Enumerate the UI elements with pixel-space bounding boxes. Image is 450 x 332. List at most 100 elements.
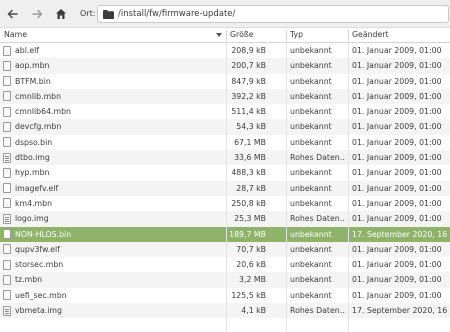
sort-descending-icon[interactable] bbox=[216, 33, 222, 37]
file-row[interactable]: uefi_sec.mbn 125,5 kB unbekannt 01. Januar … bbox=[0, 288, 450, 303]
file-row[interactable]: cmnlib.mbn 392,2 kB unbekannt 01. Januar 20… bbox=[0, 88, 450, 105]
text-file-icon bbox=[3, 213, 11, 224]
forward-button[interactable] bbox=[29, 6, 45, 22]
back-button[interactable] bbox=[5, 6, 21, 22]
file-type: unbekannt bbox=[290, 107, 332, 117]
column-modified-header[interactable]: Geändert bbox=[348, 28, 450, 43]
file-modified: 01. Januar 2009, 01:00 bbox=[352, 122, 442, 132]
generic-file-icon bbox=[3, 259, 11, 270]
location-path-text: /install/fw/firmware-update/ bbox=[118, 9, 236, 19]
generic-file-icon bbox=[3, 274, 11, 285]
generic-file-icon bbox=[3, 45, 11, 56]
file-name: dtbo.img bbox=[15, 153, 50, 163]
file-size: 511,4 kB bbox=[231, 107, 266, 117]
file-size: 67,1 MB bbox=[234, 137, 266, 147]
file-size: 847,9 kB bbox=[231, 76, 266, 86]
file-size: 25,3 MB bbox=[234, 214, 266, 224]
generic-file-icon bbox=[3, 137, 11, 148]
file-type: unbekannt bbox=[290, 244, 332, 254]
file-size: 33,6 MB bbox=[234, 153, 266, 163]
text-file-icon bbox=[3, 152, 11, 163]
generic-file-icon bbox=[3, 198, 11, 209]
file-type: unbekannt bbox=[290, 275, 332, 285]
file-row[interactable]: abl.elf 208,9 kB unbekannt 01. Januar 2009,… bbox=[0, 43, 450, 58]
file-row[interactable]: devcfg.mbn 54,3 kB unbekannt 01. Januar 200… bbox=[0, 119, 450, 135]
file-modified: 01. Januar 2009, 01:00 bbox=[352, 260, 442, 270]
file-name: km4.mbn bbox=[15, 198, 53, 208]
file-type: unbekannt bbox=[290, 260, 332, 270]
file-size: 189,7 MB bbox=[229, 229, 266, 239]
folder-icon bbox=[103, 10, 114, 19]
file-type: unbekannt bbox=[290, 76, 332, 86]
file-row-selected[interactable]: NON-HLOS.bin 189,7 MB unbekannt 17. Septemb… bbox=[0, 226, 450, 242]
file-modified: 01. Januar 2009, 01:00 bbox=[352, 137, 442, 147]
location-label: Ort: bbox=[80, 9, 96, 18]
file-size: 200,7 kB bbox=[231, 61, 266, 71]
column-type-header[interactable]: Typ bbox=[286, 28, 348, 43]
file-name: vbmeta.img bbox=[15, 306, 62, 316]
file-type: Rohes Daten… bbox=[290, 306, 346, 316]
file-row[interactable]: km4.mbn 250,8 kB unbekannt 01. Januar 2009,… bbox=[0, 196, 450, 211]
arrow-right-icon bbox=[32, 9, 43, 19]
file-modified: 01. Januar 2009, 01:00 bbox=[352, 61, 442, 71]
file-row[interactable]: hyp.mbn 488,3 kB unbekannt 01. Januar 2009,… bbox=[0, 165, 450, 180]
file-row[interactable]: dspso.bin 67,1 MB unbekannt 01. Januar 2009… bbox=[0, 135, 450, 150]
file-type: unbekannt bbox=[290, 183, 332, 193]
file-row[interactable]: storsec.mbn 20,6 kB unbekannt 01. Januar 20… bbox=[0, 257, 450, 272]
file-row[interactable]: dtbo.img 33,6 MB Rohes Daten… 01. Januar 20… bbox=[0, 150, 450, 166]
file-size: 3,2 MB bbox=[239, 275, 266, 285]
generic-file-icon bbox=[3, 121, 11, 132]
file-modified: 01. Januar 2009, 01:00 bbox=[352, 91, 442, 101]
file-name: imagefv.elf bbox=[15, 183, 59, 193]
generic-file-icon bbox=[3, 167, 11, 178]
file-modified: 01. Januar 2009, 01:00 bbox=[352, 153, 442, 163]
file-size: 20,6 kB bbox=[236, 260, 266, 270]
file-row[interactable]: imagefv.elf 28,7 kB unbekannt 01. Januar 20… bbox=[0, 180, 450, 196]
file-modified: 01. Januar 2009, 01:00 bbox=[352, 107, 442, 117]
generic-file-icon bbox=[3, 229, 11, 240]
generic-file-icon bbox=[3, 290, 11, 301]
file-type: unbekannt bbox=[290, 290, 332, 300]
home-icon bbox=[56, 9, 66, 19]
column-size-header[interactable]: Größe bbox=[226, 28, 286, 43]
generic-file-icon bbox=[3, 183, 11, 194]
file-list: abl.elf 208,9 kB unbekannt 01. Januar 2009,… bbox=[0, 43, 450, 319]
file-row[interactable]: vbmeta.img 4,1 kB Rohes Daten… 17. Septembe… bbox=[0, 303, 450, 319]
file-name: aop.mbn bbox=[15, 61, 50, 71]
file-row[interactable]: qupv3fw.elf 70,7 kB unbekannt 01. Januar 20… bbox=[0, 241, 450, 258]
file-row[interactable]: tz.mbn 3,2 MB unbekannt 01. Januar 2009, 01… bbox=[0, 272, 450, 288]
file-name: abl.elf bbox=[15, 46, 40, 55]
file-size: 392,2 kB bbox=[231, 91, 266, 101]
file-type: unbekannt bbox=[290, 91, 332, 101]
file-modified: 01. Januar 2009, 01:00 bbox=[352, 244, 442, 254]
file-size: 54,3 kB bbox=[236, 122, 266, 132]
generic-file-icon bbox=[3, 76, 11, 87]
column-gridline bbox=[286, 43, 287, 332]
file-name: tz.mbn bbox=[15, 275, 43, 285]
file-modified: 01. Januar 2009, 01:00 bbox=[352, 214, 442, 224]
file-modified: 01. Januar 2009, 01:00 bbox=[352, 46, 442, 55]
column-name-header[interactable]: Name bbox=[0, 28, 226, 43]
home-button[interactable] bbox=[53, 6, 69, 22]
file-size: 208,9 kB bbox=[231, 46, 266, 55]
file-name: cmnlib.mbn bbox=[15, 91, 62, 101]
column-header: Name Größe Typ Geändert bbox=[0, 28, 450, 43]
generic-file-icon bbox=[3, 244, 11, 255]
file-modified: 01. Januar 2009, 01:00 bbox=[352, 168, 442, 178]
file-row[interactable]: aop.mbn 200,7 kB unbekannt 01. Januar 2009,… bbox=[0, 58, 450, 74]
file-size: 250,8 kB bbox=[231, 198, 266, 208]
column-gridline bbox=[348, 43, 349, 332]
text-file-icon bbox=[3, 305, 11, 316]
file-row[interactable]: cmnlib64.mbn 511,4 kB unbekannt 01. Januar … bbox=[0, 104, 450, 119]
file-size: 70,7 kB bbox=[236, 244, 266, 254]
file-row[interactable]: logo.img 25,3 MB Rohes Daten… 01. Januar 20… bbox=[0, 211, 450, 227]
location-path-field[interactable]: /install/fw/firmware-update/ bbox=[97, 5, 449, 23]
file-modified: 01. Januar 2009, 01:00 bbox=[352, 290, 442, 300]
file-name: uefi_sec.mbn bbox=[15, 290, 67, 300]
file-size: 4,1 kB bbox=[241, 306, 266, 316]
file-row[interactable]: BTFM.bin 847,9 kB unbekannt 01. Januar 2009… bbox=[0, 74, 450, 89]
file-modified: 01. Januar 2009, 01:00 bbox=[352, 275, 442, 285]
file-modified: 17. September 2020, 16:… bbox=[352, 306, 448, 316]
generic-file-icon bbox=[3, 60, 11, 71]
file-type: unbekannt bbox=[290, 137, 332, 147]
